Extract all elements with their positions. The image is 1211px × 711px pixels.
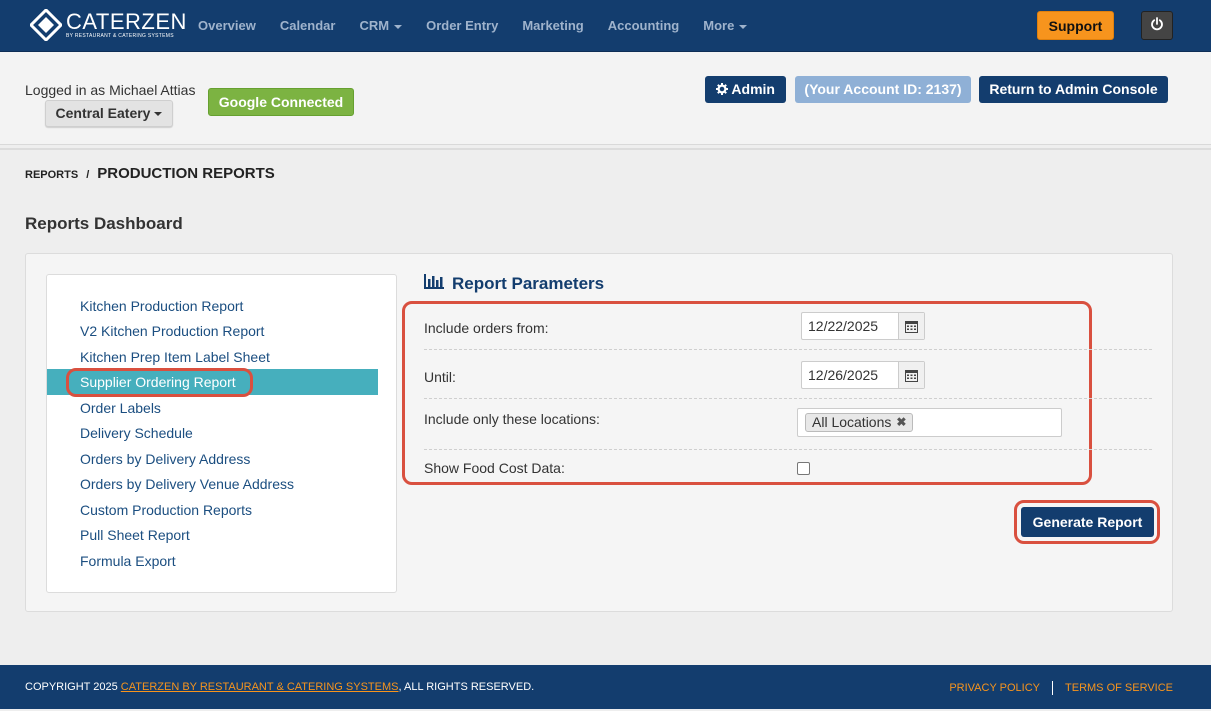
generate-report-button[interactable]: Generate Report xyxy=(1021,507,1154,537)
logged-in-text: Logged in as Michael Attias xyxy=(25,82,196,98)
from-label: Include orders from: xyxy=(424,320,549,336)
param-row-food-cost: Show Food Cost Data: xyxy=(424,458,1152,482)
bar-chart-icon xyxy=(424,274,444,294)
location-dropdown[interactable]: Central Eatery xyxy=(45,100,173,127)
from-date-value: 12/22/2025 xyxy=(808,318,879,334)
admin-button[interactable]: Admin xyxy=(705,76,786,103)
caterzen-logo[interactable]: CATERZEN by RESTAURANT & CATERING SYSTEM… xyxy=(30,9,187,41)
chevron-down-icon xyxy=(739,24,748,29)
nav-overview[interactable]: Overview xyxy=(186,0,268,52)
location-tag: All Locations ✖ xyxy=(805,413,914,432)
power-icon xyxy=(1150,17,1164,34)
report-parameters-heading: Report Parameters xyxy=(424,274,604,294)
nav-calendar[interactable]: Calendar xyxy=(268,0,348,52)
admin-label: Admin xyxy=(731,81,775,97)
calendar-icon[interactable] xyxy=(898,362,924,388)
company-link[interactable]: CATERZEN BY RESTAURANT & CATERING SYSTEM… xyxy=(121,681,399,693)
nav-more[interactable]: More xyxy=(691,0,759,52)
breadcrumb-reports[interactable]: REPORTS xyxy=(25,169,78,181)
locations-label: Include only these locations: xyxy=(424,411,600,427)
header-divider xyxy=(0,148,1211,150)
nav-accounting[interactable]: Accounting xyxy=(596,0,692,52)
nav-more-label: More xyxy=(703,18,735,33)
param-row-from: Include orders from: 12/22/2025 xyxy=(424,312,1152,350)
footer: COPYRIGHT 2025 CATERZEN BY RESTAURANT & … xyxy=(0,665,1211,709)
chevron-down-icon xyxy=(394,24,403,29)
nav-crm[interactable]: CRM xyxy=(347,0,414,52)
top-navbar: CATERZEN by RESTAURANT & CATERING SYSTEM… xyxy=(0,0,1211,52)
calendar-icon[interactable] xyxy=(898,313,924,339)
copyright-prefix: COPYRIGHT 2025 xyxy=(25,681,118,693)
support-button[interactable]: Support xyxy=(1037,11,1114,40)
food-cost-label: Show Food Cost Data: xyxy=(424,460,565,476)
location-tag-label: All Locations xyxy=(812,414,892,430)
return-admin-console-button[interactable]: Return to Admin Console xyxy=(979,76,1168,103)
report-item-supplier-ordering[interactable]: Supplier Ordering Report xyxy=(47,369,378,395)
terms-of-service-link[interactable]: TERMS OF SERVICE xyxy=(1065,682,1173,694)
breadcrumb-current: PRODUCTION REPORTS xyxy=(97,165,275,182)
report-item-pull-sheet[interactable]: Pull Sheet Report xyxy=(47,522,378,548)
food-cost-checkbox[interactable] xyxy=(797,462,810,475)
copyright-suffix: , ALL RIGHTS RESERVED. xyxy=(398,681,535,693)
chevron-down-icon xyxy=(154,112,163,117)
report-item-orders-by-address[interactable]: Orders by Delivery Address xyxy=(47,446,378,472)
remove-tag-icon[interactable]: ✖ xyxy=(896,414,906,431)
report-item-prep-label-sheet[interactable]: Kitchen Prep Item Label Sheet xyxy=(47,344,378,370)
footer-links: PRIVACY POLICY TERMS OF SERVICE xyxy=(949,681,1173,695)
report-item-v2-kitchen-production[interactable]: V2 Kitchen Production Report xyxy=(47,318,378,344)
breadcrumb-separator: / xyxy=(86,169,90,181)
report-item-formula-export[interactable]: Formula Export xyxy=(47,548,378,574)
report-item-orders-by-venue[interactable]: Orders by Delivery Venue Address xyxy=(47,471,378,497)
report-item-order-labels[interactable]: Order Labels xyxy=(47,395,378,421)
footer-copyright: COPYRIGHT 2025 CATERZEN BY RESTAURANT & … xyxy=(25,681,534,693)
nav-marketing[interactable]: Marketing xyxy=(510,0,595,52)
from-date-field[interactable]: 12/22/2025 xyxy=(801,312,925,340)
google-connected-button[interactable]: Google Connected xyxy=(208,88,354,116)
footer-divider xyxy=(1052,681,1054,695)
until-label: Until: xyxy=(424,369,456,385)
brand-sub: by RESTAURANT & CATERING SYSTEMS xyxy=(66,32,174,39)
report-item-custom-production[interactable]: Custom Production Reports xyxy=(47,497,378,523)
main-nav: Overview Calendar CRM Order Entry Market… xyxy=(186,0,759,52)
param-row-until: Until: 12/26/2025 xyxy=(424,360,1152,399)
report-item-kitchen-production[interactable]: Kitchen Production Report xyxy=(47,293,378,319)
nav-order-entry[interactable]: Order Entry xyxy=(414,0,510,52)
account-bar: Logged in as Michael Attias Central Eate… xyxy=(0,52,1211,145)
report-item-delivery-schedule[interactable]: Delivery Schedule xyxy=(47,420,378,446)
gear-icon xyxy=(716,81,731,97)
brand-name: CATERZEN xyxy=(66,8,187,34)
locations-select[interactable]: All Locations ✖ xyxy=(797,408,1062,437)
param-row-locations: Include only these locations: All Locati… xyxy=(424,408,1152,450)
until-date-field[interactable]: 12/26/2025 xyxy=(801,361,925,389)
privacy-policy-link[interactable]: PRIVACY POLICY xyxy=(949,682,1040,694)
nav-crm-label: CRM xyxy=(359,18,390,33)
report-parameters-title: Report Parameters xyxy=(452,274,605,293)
reports-panel: Kitchen Production Report V2 Kitchen Pro… xyxy=(25,253,1173,612)
logo-diamond-icon xyxy=(30,9,62,41)
until-date-value: 12/26/2025 xyxy=(808,367,879,383)
report-list: Kitchen Production Report V2 Kitchen Pro… xyxy=(46,274,397,593)
logout-button[interactable] xyxy=(1141,11,1173,40)
account-id-badge: (Your Account ID: 2137) xyxy=(795,76,971,103)
page-title: Reports Dashboard xyxy=(25,214,183,233)
location-dropdown-label: Central Eatery xyxy=(55,105,151,121)
breadcrumb: REPORTS / PRODUCTION REPORTS xyxy=(25,165,275,182)
